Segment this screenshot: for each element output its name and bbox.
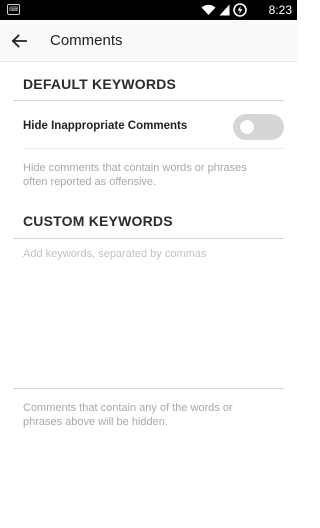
- default-keywords-header: DEFAULT KEYWORDS: [13, 76, 284, 101]
- signal-icon: [219, 4, 230, 16]
- custom-keywords-header: CUSTOM KEYWORDS: [13, 213, 284, 239]
- keyboard-notification-icon: ⌨: [7, 4, 20, 15]
- default-keywords-description: Hide comments that contain words or phra…: [23, 162, 247, 188]
- app-bar: Comments: [0, 20, 297, 62]
- row-divider: [23, 148, 284, 149]
- wifi-icon: [201, 4, 216, 15]
- toggle-knob: [240, 120, 254, 134]
- hide-inappropriate-label: Hide Inappropriate Comments: [23, 120, 188, 132]
- system-icons: [201, 2, 247, 18]
- default-keywords-header-label: DEFAULT KEYWORDS: [23, 76, 177, 92]
- hide-inappropriate-toggle[interactable]: [233, 114, 284, 140]
- custom-keywords-input[interactable]: [13, 243, 284, 389]
- custom-keywords-footer: Comments that contain any of the words o…: [23, 402, 233, 428]
- custom-keywords-header-label: CUSTOM KEYWORDS: [23, 213, 173, 229]
- battery-charging-icon: [233, 3, 247, 17]
- page-title: Comments: [50, 32, 123, 49]
- back-button[interactable]: [8, 30, 30, 52]
- status-time: 8:23: [268, 3, 292, 17]
- arrow-back-icon: [11, 34, 27, 48]
- status-bar: ⌨ 8:23: [0, 0, 297, 20]
